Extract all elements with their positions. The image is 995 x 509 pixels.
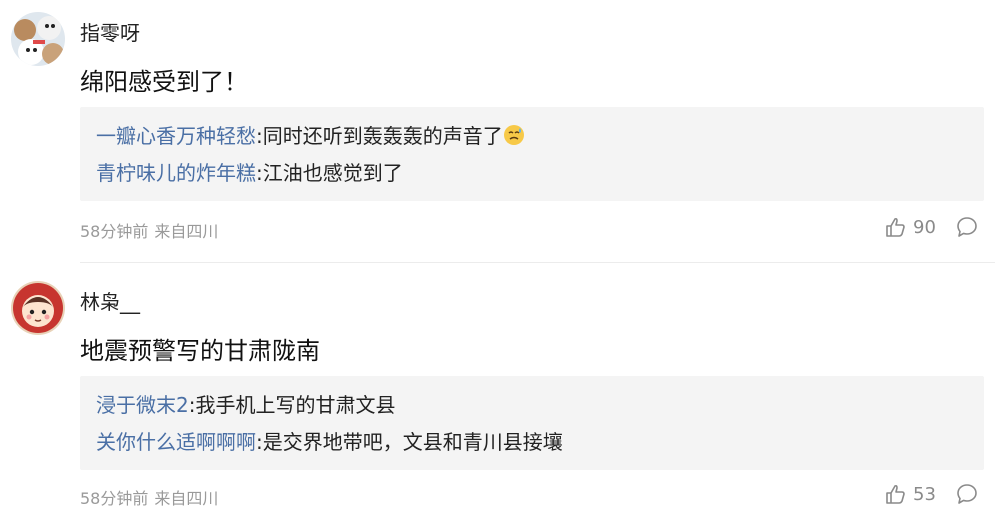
thumbs-up-icon	[886, 484, 905, 504]
reply-username[interactable]: 浸于微末2	[96, 393, 189, 417]
comment-username[interactable]: 指零呀	[80, 17, 140, 46]
reply-item[interactable]: 浸于微末2:我手机上写的甘肃文县	[96, 389, 395, 418]
speech-bubble-icon	[957, 484, 977, 504]
comment-item: 林枭__ 地震预警写的甘肃陇南 浸于微末2:我手机上写的甘肃文县 关你什么适啊啊…	[0, 263, 995, 508]
reply-button[interactable]	[956, 216, 978, 238]
comment-content: 地震预警写的甘肃陇南	[80, 337, 320, 365]
reply-text: 江油也感觉到了	[262, 161, 403, 185]
thumbs-up-icon	[886, 217, 905, 237]
avatar[interactable]	[11, 281, 65, 335]
comment-location: 来自四川	[154, 489, 219, 508]
speech-bubble-icon	[957, 217, 977, 237]
reply-list[interactable]: 浸于微末2:我手机上写的甘肃文县 关你什么适啊啊啊:是交界地带吧，文县和青川县接…	[80, 376, 984, 470]
reply-username[interactable]: 关你什么适啊啊啊	[96, 430, 256, 454]
reply-item[interactable]: 青柠味儿的炸年糕:江油也感觉到了	[96, 157, 403, 186]
like-count: 90	[913, 216, 936, 238]
comment-username[interactable]: 林枭__	[80, 286, 140, 315]
comment-meta: 58分钟前 来自四川	[80, 218, 224, 242]
reply-separator: :	[256, 430, 263, 454]
comment-meta: 58分钟前 来自四川	[80, 485, 224, 509]
like-button[interactable]: 53	[885, 483, 936, 505]
comment-content: 绵阳感受到了！	[80, 68, 248, 96]
comment-item: 指零呀 绵阳感受到了！ 一瓣心香万种轻愁:同时还听到轰轰轰的声音了 青柠味儿的炸…	[0, 0, 995, 262]
cartoon-girl-avatar-icon	[11, 281, 65, 335]
dog-avatar-icon	[11, 12, 65, 66]
avatar[interactable]	[11, 12, 65, 66]
reply-list[interactable]: 一瓣心香万种轻愁:同时还听到轰轰轰的声音了 青柠味儿的炸年糕:江油也感觉到了	[80, 107, 984, 201]
reply-text: 同时还听到轰轰轰的声音了	[262, 124, 503, 148]
reply-username[interactable]: 一瓣心香万种轻愁	[96, 124, 256, 148]
reply-separator: :	[256, 161, 263, 185]
reply-username[interactable]: 青柠味儿的炸年糕	[96, 161, 256, 185]
reply-text: 我手机上写的甘肃文县	[195, 393, 396, 417]
like-button[interactable]: 90	[885, 216, 936, 238]
reply-item[interactable]: 一瓣心香万种轻愁:同时还听到轰轰轰的声音了	[96, 120, 525, 151]
reply-button[interactable]	[956, 483, 978, 505]
sweat-emoji-icon	[503, 124, 525, 151]
comment-location: 来自四川	[154, 222, 219, 241]
reply-text: 是交界地带吧，文县和青川县接壤	[262, 430, 563, 454]
comment-time: 58分钟前	[80, 489, 149, 508]
reply-item[interactable]: 关你什么适啊啊啊:是交界地带吧，文县和青川县接壤	[96, 426, 563, 455]
comment-time: 58分钟前	[80, 222, 149, 241]
reply-separator: :	[256, 124, 263, 148]
like-count: 53	[913, 483, 936, 505]
